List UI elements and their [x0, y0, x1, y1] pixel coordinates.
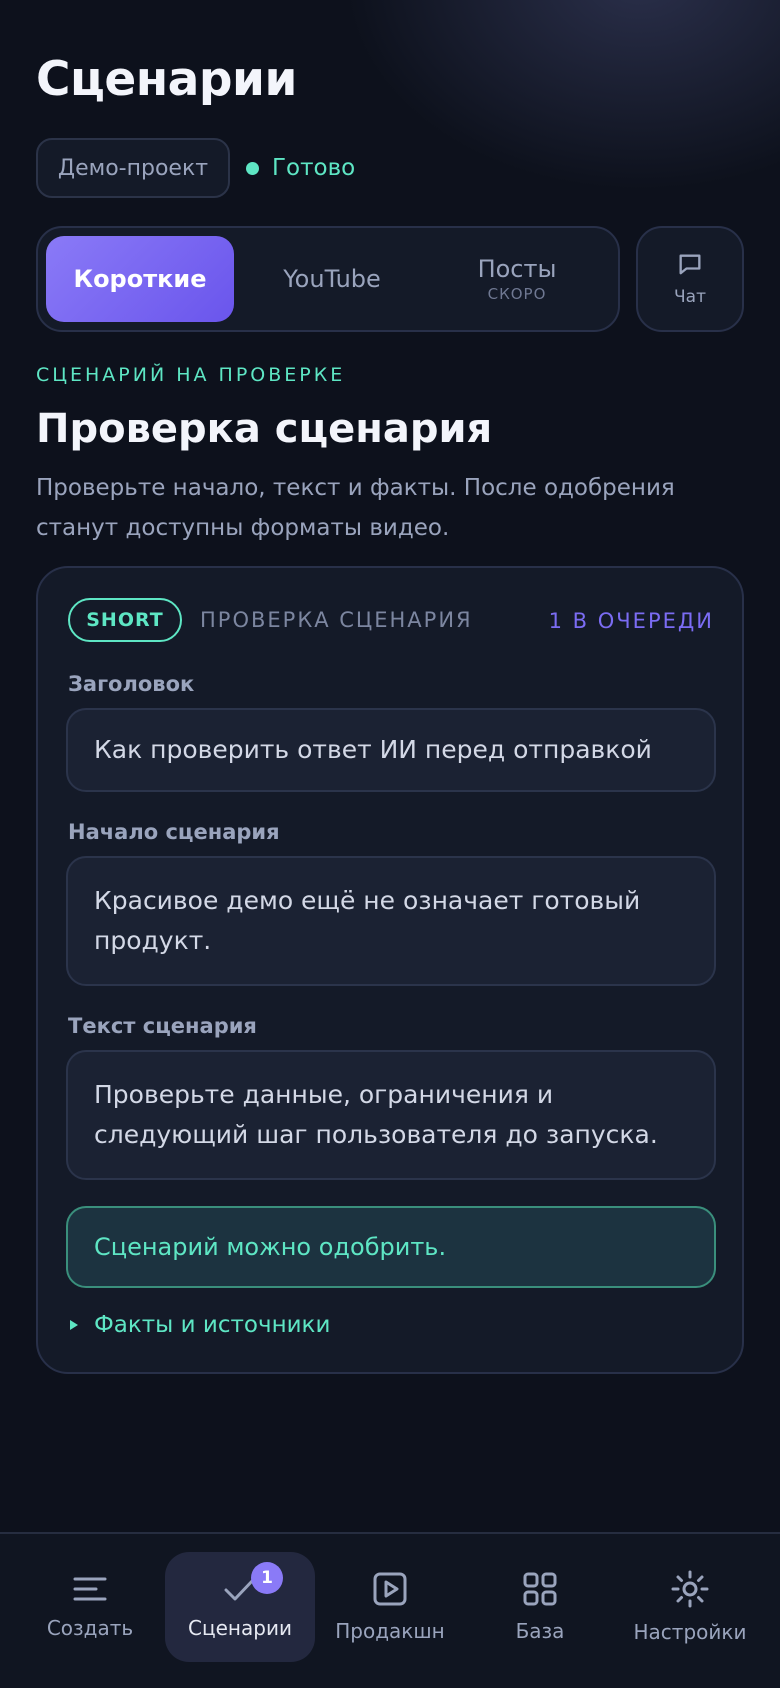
- nav-production[interactable]: Продакшн: [315, 1552, 465, 1662]
- tab-posts[interactable]: Посты СКОРО: [423, 236, 611, 322]
- title-field-value: Как проверить ответ ИИ перед отправкой: [94, 735, 652, 764]
- script-review-card: SHORT ПРОВЕРКА СЦЕНАРИЯ 1 В ОЧЕРЕДИ Заго…: [36, 566, 744, 1374]
- nav-settings-label: Настройки: [633, 1620, 747, 1644]
- tab-posts-label: Посты: [477, 255, 557, 283]
- status-indicator: Готово: [246, 155, 355, 181]
- disclosure-triangle-icon: [70, 1320, 78, 1330]
- format-tabs: Короткие YouTube Посты СКОРО: [36, 226, 620, 332]
- body-field[interactable]: Проверьте данные, ограничения и следующи…: [66, 1050, 716, 1180]
- section-description: Проверьте начало, текст и факты. После о…: [36, 475, 675, 541]
- queue-count: 1 В ОЧЕРЕДИ: [548, 609, 714, 633]
- tab-posts-soon-note: СКОРО: [487, 285, 547, 303]
- nav-base-label: База: [515, 1619, 565, 1643]
- nav-scripts[interactable]: 1 Сценарии: [165, 1552, 315, 1662]
- nav-base[interactable]: База: [465, 1552, 615, 1662]
- section-eyebrow: СЦЕНАРИЙ НА ПРОВЕРКЕ: [36, 364, 346, 386]
- hook-field-value: Красивое демо ещё не означает готовый пр…: [94, 886, 641, 955]
- section-title: Проверка сценария: [36, 406, 493, 452]
- nav-settings[interactable]: Настройки: [615, 1552, 765, 1662]
- grid-icon: [523, 1572, 557, 1606]
- nav-create-label: Создать: [46, 1616, 134, 1640]
- tab-youtube-label: YouTube: [283, 265, 381, 293]
- tab-youtube[interactable]: YouTube: [238, 236, 426, 322]
- format-badge: SHORT: [68, 598, 182, 642]
- facts-toggle-label: Факты и источники: [94, 1312, 331, 1338]
- tab-short-label: Короткие: [73, 265, 207, 293]
- sun-gear-icon: [671, 1570, 709, 1608]
- nav-scripts-label: Сценарии: [188, 1616, 292, 1640]
- nav-scripts-badge: 1: [251, 1562, 283, 1594]
- bottom-nav: Создать 1 Сценарии Продакшн База Настрой…: [0, 1532, 780, 1688]
- card-kind-label: ПРОВЕРКА СЦЕНАРИЯ: [200, 608, 473, 632]
- title-field-label: Заголовок: [68, 672, 195, 696]
- title-field[interactable]: Как проверить ответ ИИ перед отправкой: [66, 708, 716, 792]
- page-title: Сценарии: [36, 52, 297, 107]
- chat-label: Чат: [674, 287, 706, 307]
- nav-create[interactable]: Создать: [15, 1552, 165, 1662]
- status-dot-icon: [246, 161, 259, 175]
- tab-short[interactable]: Короткие: [46, 236, 234, 322]
- project-selector[interactable]: Демо-проект: [36, 138, 230, 198]
- approval-notice-text: Сценарий можно одобрить.: [94, 1233, 447, 1261]
- hook-field[interactable]: Красивое демо ещё не означает готовый пр…: [66, 856, 716, 986]
- chat-bubble-icon: [679, 254, 701, 275]
- body-field-label: Текст сценария: [68, 1014, 257, 1038]
- nav-production-label: Продакшн: [335, 1619, 445, 1643]
- facts-toggle[interactable]: Факты и источники: [70, 1312, 330, 1338]
- body-field-value: Проверьте данные, ограничения и следующи…: [94, 1080, 658, 1149]
- status-label: Готово: [272, 155, 356, 181]
- chat-button[interactable]: Чат: [636, 226, 744, 332]
- play-icon: [373, 1572, 407, 1606]
- menu-lines-icon: [73, 1577, 107, 1601]
- approval-notice: Сценарий можно одобрить.: [66, 1206, 716, 1288]
- hook-field-label: Начало сценария: [68, 820, 280, 844]
